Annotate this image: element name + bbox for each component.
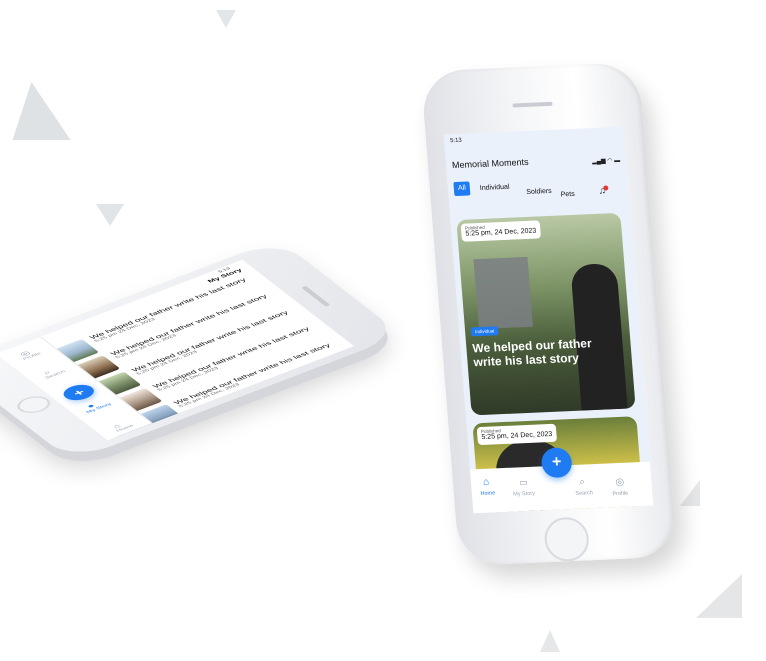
decor-triangle xyxy=(12,82,90,140)
bell-icon[interactable]: ♫ xyxy=(598,185,608,197)
nav-profile[interactable]: Profile xyxy=(600,490,640,498)
card-date: 5:25 pm, 24 Dec, 2023 xyxy=(481,431,553,442)
profile-icon[interactable]: ◎ xyxy=(615,477,625,488)
nav-my-story[interactable]: My Story xyxy=(504,490,544,498)
status-icons: ▂▄▆ ◠ ▬ xyxy=(591,157,621,166)
decor-triangle xyxy=(680,480,700,506)
gravestone-image xyxy=(473,256,533,330)
decor-triangle xyxy=(696,574,742,618)
nav-my-story[interactable]: My Story xyxy=(75,398,123,418)
category-badge: Individual xyxy=(470,326,499,337)
nav-profile[interactable]: Profile xyxy=(8,347,56,367)
right-phone-mockup: 5:13 ▂▄▆ ◠ ▬ Memorial Moments All Indivi… xyxy=(420,62,678,566)
card-title: We helped our father write his last stor… xyxy=(471,336,593,370)
nav-search[interactable]: Search xyxy=(564,490,604,498)
add-story-button[interactable]: + xyxy=(58,381,100,404)
app-title: Memorial Moments xyxy=(451,156,529,171)
search-icon[interactable]: ⌕ xyxy=(579,477,585,488)
filter-individual[interactable]: Individual xyxy=(480,184,510,192)
status-time: 5:13 xyxy=(449,137,463,145)
filter-pets[interactable]: Pets xyxy=(560,191,575,199)
decor-triangle xyxy=(540,630,560,652)
my-story-icon[interactable]: ▭ xyxy=(519,477,528,488)
card-date: 5:25 pm, 24 Dec, 2023 xyxy=(465,227,537,238)
filter-soldiers[interactable]: Soldiers xyxy=(526,188,552,196)
story-card[interactable]: Published 5:25 pm, 24 Dec, 2023 Individu… xyxy=(456,212,636,416)
published-tag: Published 5:25 pm, 24 Dec, 2023 xyxy=(476,423,557,445)
decor-triangle xyxy=(216,10,236,28)
decor-triangle xyxy=(96,204,124,226)
nav-home[interactable]: Home xyxy=(468,490,508,498)
nav-search[interactable]: Search xyxy=(32,365,80,385)
bottom-nav: ⌂ Home ▭ My Story + ⌕ Search ◎ Profile xyxy=(468,447,654,514)
memorial-moments-screen: 5:13 ▂▄▆ ◠ ▬ Memorial Moments All Indivi… xyxy=(443,126,654,514)
filter-all[interactable]: All xyxy=(453,181,471,197)
published-tag: Published 5:25 pm, 24 Dec, 2023 xyxy=(460,220,541,242)
home-icon[interactable]: ⌂ xyxy=(483,477,490,488)
